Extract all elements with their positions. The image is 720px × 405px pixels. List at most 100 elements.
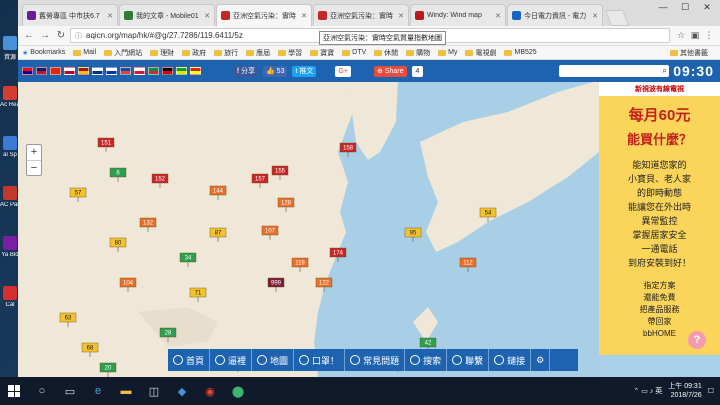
settings-gear-icon[interactable]: ⚙ [531, 349, 551, 371]
nav-icon [494, 355, 505, 365]
browser-tab[interactable]: 亞洲空氣污染：實時 ✕ [313, 4, 409, 26]
flag-vn-icon[interactable] [190, 67, 201, 75]
close-tab-icon[interactable]: ✕ [301, 12, 307, 20]
flag-cn-icon[interactable] [50, 67, 61, 75]
task-view-icon[interactable]: ▭ [56, 377, 84, 405]
footer-nav-item[interactable]: 聯繫 [447, 349, 490, 371]
flag-fr-icon[interactable] [120, 67, 131, 75]
notification-icon[interactable]: ☐ [708, 387, 714, 395]
menu-icon[interactable]: ⋮ [702, 30, 716, 41]
extension-icon[interactable]: ▣ [688, 30, 702, 41]
bookmark-item[interactable]: ★ Bookmarks [22, 49, 65, 57]
flag-es-icon[interactable] [78, 67, 89, 75]
browser-tab[interactable]: Windy: Wind map ✕ [410, 4, 506, 26]
bookmark-item[interactable]: My [438, 49, 457, 56]
site-search-input[interactable]: ⌕ [559, 65, 670, 77]
bookmark-item[interactable]: 購物 [406, 48, 430, 58]
bookmark-item[interactable]: 旅行 [214, 48, 238, 58]
bookmark-item[interactable]: 政府 [182, 48, 206, 58]
footer-nav-item[interactable]: 口罩！ [294, 349, 346, 371]
desktop-icon[interactable]: Ya Blo [0, 236, 20, 274]
browser-tab[interactable]: 今日電力資訊 - 電力 ✕ [507, 4, 603, 26]
flag-kr-icon[interactable] [92, 67, 103, 75]
flag-br-icon[interactable] [176, 67, 187, 75]
file-explorer-icon[interactable]: ▬ [112, 377, 140, 405]
flag-pl-icon[interactable] [134, 67, 145, 75]
footer-nav-item[interactable]: 地圖 [252, 349, 295, 371]
close-tab-icon[interactable]: ✕ [204, 12, 210, 20]
edge-icon[interactable]: e [84, 377, 112, 405]
close-tab-icon[interactable]: ✕ [107, 12, 113, 20]
bookmark-item[interactable]: MB525 [504, 49, 537, 56]
search-icon[interactable]: ○ [28, 377, 56, 405]
reload-icon[interactable]: ↻ [54, 30, 68, 41]
search-icon[interactable]: ⌕ [662, 65, 667, 76]
tray-icons[interactable]: ⌃ ▭ ♪ 英 [633, 386, 662, 396]
bookmark-item[interactable]: 學習 [278, 48, 302, 58]
app-icon[interactable]: ⬤ [224, 377, 252, 405]
flag-de-icon[interactable] [162, 67, 173, 75]
footer-nav-item[interactable]: 逼裡 [210, 349, 253, 371]
bookmark-item[interactable]: 入門網站 [104, 48, 142, 58]
taskbar-clock[interactable]: 上午 09:31 2018/7/26 [668, 382, 701, 400]
like-button[interactable]: 👍 53 [262, 65, 288, 77]
footer-nav-item[interactable]: 首頁 [168, 349, 211, 371]
flag-gb-icon[interactable] [36, 67, 47, 75]
start-button[interactable] [0, 377, 28, 405]
desktop-icon[interactable]: Ac Rea [0, 86, 20, 124]
folder-icon [406, 49, 415, 56]
dropbox-icon[interactable]: ◆ [168, 377, 196, 405]
bookmark-other[interactable]: 其他書籤 [670, 48, 708, 58]
bookmark-item[interactable]: 休閒 [374, 48, 398, 58]
forward-icon[interactable]: → [38, 30, 52, 41]
back-icon[interactable]: ← [22, 30, 36, 41]
footer-nav-item[interactable]: 搜索 [405, 349, 448, 371]
site-header: f 分享 👍 53 t 推文 G+ ⊕ Share 4 ⌕ 09:30 [18, 60, 720, 82]
advertisement-panel[interactable]: 新視波有線電視 每月60元 能買什麼？ 能知道您家的 小寶貝、老人家 的即時動態 能讓… [599, 82, 720, 355]
share-button[interactable]: ⊕ Share [373, 65, 407, 77]
bookmark-item[interactable]: Mail [73, 49, 96, 56]
browser-tab[interactable]: 亞洲空氣污染：實時 ✕ [216, 4, 312, 26]
google-plus-button[interactable]: G+ [335, 65, 351, 77]
aqi-map[interactable]: 1511521581571741551191321441071221041021… [18, 82, 599, 377]
flag-tw-icon[interactable] [22, 67, 33, 75]
footer-nav-item[interactable]: 常見問題 [345, 349, 406, 371]
maximize-button[interactable]: ☐ [674, 2, 696, 13]
close-tab-icon[interactable]: ✕ [592, 12, 598, 20]
desktop-icon[interactable]: Cal [0, 286, 20, 324]
folder-icon [246, 49, 255, 56]
minimize-button[interactable]: — [652, 2, 674, 13]
ad-line: 掌握居家安全 [632, 230, 687, 240]
help-button[interactable]: ? [688, 331, 706, 349]
zoom-out-button[interactable]: − [27, 160, 41, 175]
facebook-share-button[interactable]: f 分享 [234, 65, 258, 77]
new-tab-button[interactable] [605, 10, 629, 26]
store-icon[interactable]: ◫ [140, 377, 168, 405]
bookmarks-bar: ★ Bookmarks Mail 入門網站 理財 政府 旅行 應屆 學習 寶寶 DTV 休閒 購物 My 電… [18, 46, 720, 60]
mobile01-icon [124, 11, 133, 20]
chrome-icon[interactable]: ◉ [196, 377, 224, 405]
flag-jp-icon[interactable] [64, 67, 75, 75]
twitter-share-button[interactable]: t 推文 [292, 65, 317, 77]
address-bar[interactable]: ⓘ aqicn.org/map/hk/#@g/27.7286/119.6411/… [70, 28, 670, 45]
zoom-in-button[interactable]: + [27, 145, 41, 160]
info-icon[interactable]: ⓘ [75, 31, 82, 41]
close-tab-icon[interactable]: ✕ [495, 12, 501, 20]
close-tab-icon[interactable]: ✕ [398, 12, 404, 20]
close-window-button[interactable]: ✕ [696, 2, 718, 13]
star-icon[interactable]: ☆ [674, 30, 688, 41]
bookmark-item[interactable]: 應屆 [246, 48, 270, 58]
flag-ru-icon[interactable] [106, 67, 117, 75]
bookmark-item[interactable]: 寶寶 [310, 48, 334, 58]
browser-tab[interactable]: 我的文章 - Mobile01 ✕ [119, 4, 215, 26]
browser-tab[interactable]: 舊勞專區 中市扶6.7 ✕ [22, 4, 118, 26]
bookmark-item[interactable]: 理財 [150, 48, 174, 58]
bookmark-item[interactable]: DTV [342, 49, 366, 56]
desktop-icon[interactable]: 資源 [0, 36, 20, 74]
flag-it-icon[interactable] [148, 67, 159, 75]
aqi-value: 95 [410, 231, 417, 237]
desktop-icon[interactable]: al Sp [0, 136, 20, 174]
desktop-icon[interactable]: AC Parti [0, 186, 20, 224]
bookmark-item[interactable]: 電視劇 [465, 48, 496, 58]
footer-nav-item[interactable]: 鏈接 [489, 349, 532, 371]
